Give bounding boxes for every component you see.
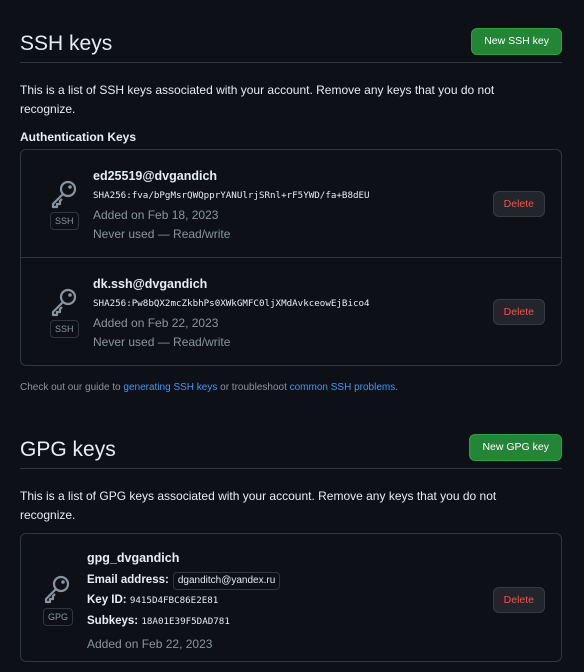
gpg-section-header: GPG keys New GPG key <box>20 434 562 469</box>
key-id-value: 9415D4FBC86E2E81 <box>129 595 219 606</box>
ssh-key-usage: Never used — Read/write <box>93 335 231 349</box>
new-gpg-key-button[interactable]: New GPG key <box>469 434 562 461</box>
gpg-keys-list: GPG gpg_dvgandich Email address: dganditc… <box>20 533 562 662</box>
delete-gpg-key-button[interactable]: Delete <box>492 587 545 613</box>
ssh-key-row: SSH dk.ssh@dvgandich SHA256:Pw8bQX2mcZkb… <box>21 257 561 365</box>
delete-ssh-key-button[interactable]: Delete <box>492 299 545 325</box>
gpg-subkeys-row: Subkeys: 18A01E39F5DAD781 <box>87 615 230 627</box>
generating-ssh-keys-link[interactable]: generating SSH keys <box>123 382 217 393</box>
gpg-description: This is a list of GPG keys associated wi… <box>20 489 497 522</box>
ssh-key-fingerprint: SHA256:Pw8bQX2mcZkbhPs0XWkGMFC0ljXMdAvkc… <box>93 298 370 309</box>
ssh-badge: SSH <box>50 320 79 338</box>
gpg-email-row: Email address: dganditch@yandex.ru <box>87 572 281 590</box>
key-id-label: Key ID: <box>87 594 127 606</box>
gpg-key-added-date: Added on Feb 22, 2023 <box>87 637 213 651</box>
authentication-keys-heading: Authentication Keys <box>20 130 137 144</box>
guide-suffix: . <box>395 382 398 393</box>
key-icon <box>51 180 77 209</box>
subkeys-value: 18A01E39F5DAD781 <box>141 616 230 627</box>
ssh-key-fingerprint: SHA256:fva/bPgMsrQWQpprYANUlrjSRnl+rF5YW… <box>93 190 370 201</box>
gpg-key-row: GPG gpg_dvgandich Email address: dganditc… <box>21 534 561 661</box>
email-address-chip: dganditch@yandex.ru <box>172 572 281 590</box>
ssh-key-row: SSH ed25519@dvgandich SHA256:fva/bPgMsrQ… <box>21 150 561 257</box>
subkeys-label: Subkeys: <box>87 615 139 627</box>
common-ssh-problems-link[interactable]: common SSH problems <box>290 382 396 393</box>
ssh-key-added-date: Added on Feb 18, 2023 <box>93 208 219 222</box>
ssh-key-usage: Never used — Read/write <box>93 227 231 241</box>
guide-prefix: Check out our guide to <box>20 382 124 393</box>
ssh-key-name: dk.ssh@dvgandich <box>93 277 208 291</box>
ssh-key-added-date: Added on Feb 22, 2023 <box>93 316 219 330</box>
gpg-keys-title: GPG keys <box>20 438 116 461</box>
ssh-guide-text: Check out our guide to generating SSH ke… <box>20 382 398 393</box>
ssh-keys-list: SSH ed25519@dvgandich SHA256:fva/bPgMsrQ… <box>20 149 562 366</box>
ssh-key-name: ed25519@dvgandich <box>93 169 218 183</box>
gpg-badge: GPG <box>43 608 74 626</box>
new-ssh-key-button[interactable]: New SSH key <box>471 28 562 55</box>
ssh-section-header: SSH keys New SSH key <box>20 28 562 63</box>
delete-ssh-key-button[interactable]: Delete <box>492 191 545 217</box>
gpg-key-name: gpg_dvgandich <box>87 551 180 565</box>
ssh-badge: SSH <box>50 212 79 230</box>
guide-middle: or troubleshoot <box>217 382 290 393</box>
key-icon <box>44 575 70 604</box>
ssh-keys-title: SSH keys <box>20 32 113 55</box>
ssh-description: This is a list of SSH keys associated wi… <box>20 83 495 116</box>
email-address-label: Email address: <box>87 574 169 586</box>
key-icon <box>51 288 77 317</box>
gpg-keyid-row: Key ID: 9415D4FBC86E2E81 <box>87 594 218 606</box>
